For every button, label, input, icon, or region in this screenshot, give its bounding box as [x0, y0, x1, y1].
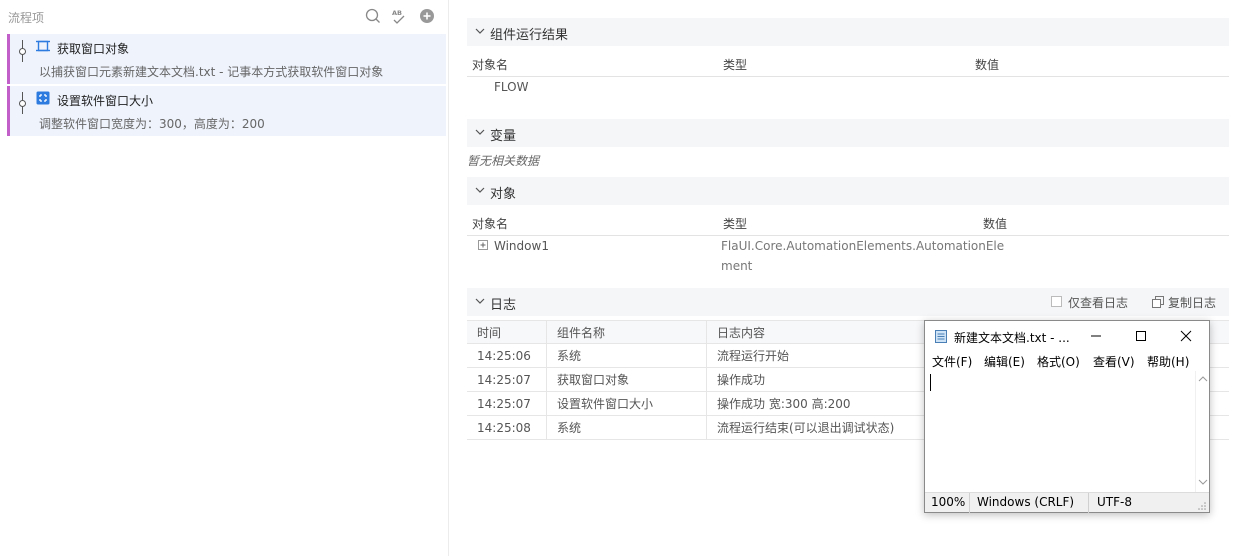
flow-node: [19, 48, 26, 55]
log-time: 14:25:07: [467, 368, 547, 392]
section-objects-header[interactable]: 对象: [467, 177, 1229, 205]
chevron-down-icon: [475, 28, 485, 34]
expand-plus-icon[interactable]: [478, 240, 488, 250]
close-icon[interactable]: [1163, 321, 1209, 351]
results-row-name: FLOW: [494, 80, 529, 94]
menu-view[interactable]: 查看(V): [1093, 353, 1135, 370]
objects-col-name: 对象名: [472, 217, 509, 231]
flow-item-desc: 以捕获窗口元素新建文本文档.txt - 记事本方式获取软件窗口对象: [39, 65, 384, 79]
notepad-titlebar[interactable]: 新建文本文档.txt - ...: [925, 321, 1209, 351]
text-caret: [930, 374, 931, 391]
chevron-down-icon: [475, 298, 485, 304]
menu-edit[interactable]: 编辑(E): [984, 353, 1025, 370]
resize-window-icon: [36, 91, 50, 105]
results-col-type: 类型: [723, 58, 748, 72]
flow-panel-title: 流程项: [8, 11, 45, 25]
log-time: 14:25:08: [467, 416, 547, 440]
minimize-icon[interactable]: [1073, 321, 1119, 351]
section-variables-header[interactable]: 变量: [467, 119, 1229, 147]
window-capture-icon: [36, 40, 50, 52]
only-log-label[interactable]: 仅查看日志: [1068, 294, 1128, 311]
flow-node: [19, 100, 26, 107]
flow-item-title: 设置软件窗口大小: [57, 94, 154, 108]
flow-item-title: 获取窗口对象: [57, 42, 130, 56]
results-col-value: 数值: [975, 58, 1000, 72]
notepad-icon: [935, 330, 947, 343]
search-icon[interactable]: [365, 8, 381, 24]
objects-row-name: Window1: [494, 239, 549, 253]
flow-item-desc: 调整软件窗口宽度为：300，高度为：200: [39, 117, 265, 131]
objects-row-type-line1: FlaUI.Core.AutomationElements.Automation…: [721, 239, 1005, 253]
objects-col-type: 类型: [723, 217, 748, 231]
log-component: 获取窗口对象: [547, 368, 707, 392]
status-line-ending: Windows (CRLF): [977, 495, 1075, 509]
results-divider: [467, 76, 1229, 77]
log-time: 14:25:06: [467, 344, 547, 368]
flow-item-set-window-size[interactable]: 设置软件窗口大小 调整软件窗口宽度为：300，高度为：200: [7, 86, 446, 136]
scroll-up-icon[interactable]: [1198, 375, 1208, 383]
notepad-statusbar: 100% Windows (CRLF) UTF-8: [925, 492, 1209, 513]
menu-help[interactable]: 帮助(H): [1147, 353, 1189, 370]
chevron-down-icon: [475, 187, 485, 193]
notepad-window[interactable]: 新建文本文档.txt - ... 文件(F) 编辑(E) 格式(O) 查看(V)…: [924, 320, 1210, 513]
flow-panel-header: 流程项 AB: [0, 0, 449, 32]
copy-log-button[interactable]: 复制日志: [1168, 294, 1216, 311]
menu-format[interactable]: 格式(O): [1037, 353, 1080, 370]
maximize-icon[interactable]: [1118, 321, 1164, 351]
notepad-title: 新建文本文档.txt - ...: [954, 331, 1070, 345]
log-time: 14:25:07: [467, 392, 547, 416]
notepad-menubar: 文件(F) 编辑(E) 格式(O) 查看(V) 帮助(H): [925, 351, 1209, 371]
log-component: 系统: [547, 344, 707, 368]
flow-panel: 流程项 AB 获取窗口对象 以捕获窗口元素新建文本文档.txt - 记事本方式获…: [0, 0, 449, 556]
objects-col-value: 数值: [983, 217, 1008, 231]
status-separator: [969, 493, 970, 513]
status-zoom: 100%: [931, 495, 966, 509]
flow-item-get-window[interactable]: 获取窗口对象 以捕获窗口元素新建文本文档.txt - 记事本方式获取软件窗口对象: [7, 34, 446, 84]
log-component: 设置软件窗口大小: [547, 392, 707, 416]
variables-empty-text: 暂无相关数据: [467, 154, 540, 168]
only-log-checkbox[interactable]: [1051, 296, 1062, 307]
status-encoding: UTF-8: [1097, 495, 1132, 509]
section-results-header[interactable]: 组件运行结果: [467, 18, 1229, 46]
section-variables-title: 变量: [490, 129, 517, 144]
section-log-title: 日志: [490, 298, 517, 313]
status-separator: [1088, 493, 1089, 513]
copy-icon[interactable]: [1152, 296, 1164, 308]
section-results-title: 组件运行结果: [490, 28, 569, 43]
resize-grip-icon[interactable]: [1197, 501, 1207, 511]
objects-row-type-line2: ment: [721, 259, 753, 273]
svg-text:AB: AB: [392, 9, 402, 17]
log-component: 系统: [547, 416, 707, 440]
log-col-time: 时间: [467, 321, 547, 345]
log-col-component: 组件名称: [547, 321, 707, 345]
section-objects-title: 对象: [490, 187, 517, 202]
chevron-down-icon: [475, 129, 485, 135]
objects-divider: [467, 235, 1229, 236]
notepad-text-area[interactable]: [925, 371, 1195, 492]
menu-file[interactable]: 文件(F): [932, 353, 972, 370]
results-col-name: 对象名: [472, 58, 509, 72]
app-root: 流程项 AB 获取窗口对象 以捕获窗口元素新建文本文档.txt - 记事本方式获…: [0, 0, 1235, 556]
add-circle-icon[interactable]: [419, 8, 435, 24]
scroll-down-icon[interactable]: [1198, 478, 1208, 486]
spellcheck-icon[interactable]: AB: [391, 8, 407, 24]
notepad-vertical-scrollbar[interactable]: [1195, 371, 1209, 492]
